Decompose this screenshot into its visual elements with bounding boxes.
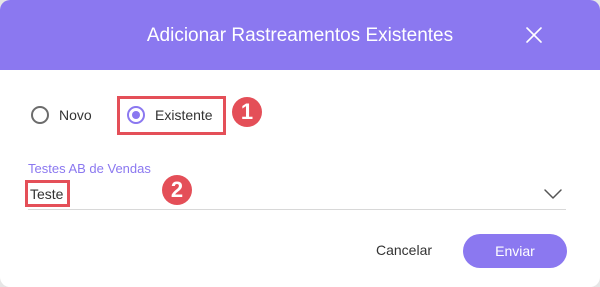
chevron-down-icon[interactable]	[543, 188, 563, 200]
annotation-highlight-select	[25, 180, 70, 207]
cancel-button[interactable]: Cancelar	[365, 237, 443, 263]
close-icon[interactable]	[523, 24, 545, 46]
dialog-title: Adicionar Rastreamentos Existentes	[146, 25, 454, 46]
dialog-header: Adicionar Rastreamentos Existentes	[0, 0, 600, 70]
radio-novo-label: Novo	[59, 107, 92, 123]
annotation-highlight-existente	[117, 96, 226, 135]
radio-novo-circle[interactable]	[31, 106, 49, 124]
field-label: Testes AB de Vendas	[28, 161, 151, 176]
submit-button[interactable]: Enviar	[463, 234, 567, 268]
radio-novo[interactable]: Novo	[31, 104, 92, 126]
testes-select[interactable]: Teste	[28, 180, 566, 210]
dialog: Adicionar Rastreamentos Existentes Novo …	[0, 0, 600, 287]
annotation-badge-2: 2	[162, 175, 192, 205]
annotation-badge-1: 1	[232, 97, 262, 127]
